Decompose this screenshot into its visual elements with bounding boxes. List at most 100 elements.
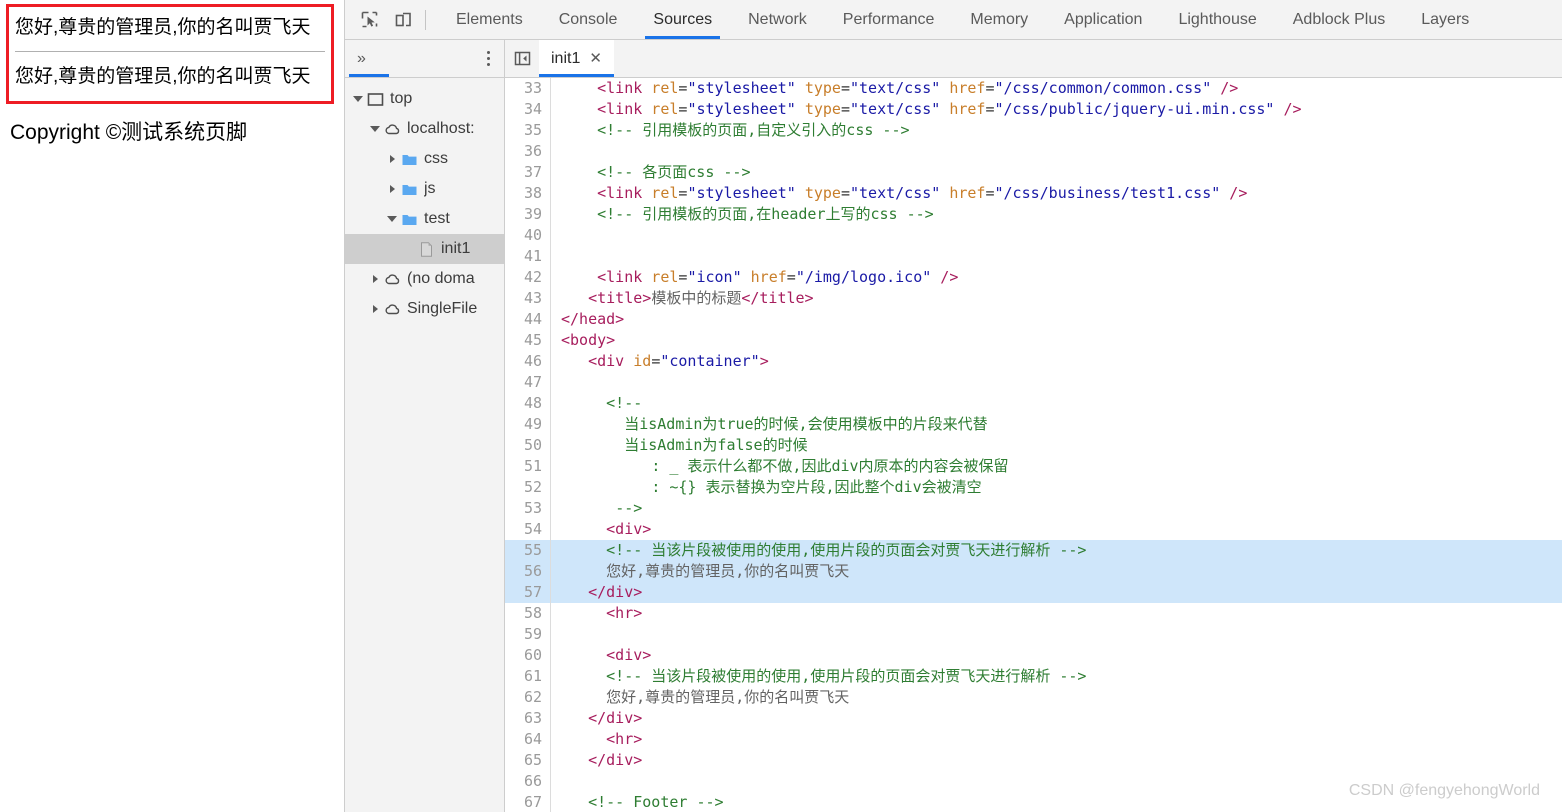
code-line[interactable]: 62 您好,尊贵的管理员,你的名叫贾飞天 [505,687,1562,708]
line-number[interactable]: 57 [505,582,551,603]
tree-item-no-doma[interactable]: (no doma [345,264,504,294]
line-number[interactable]: 59 [505,624,551,645]
code-line[interactable]: 40 [505,225,1562,246]
line-number[interactable]: 53 [505,498,551,519]
code-line[interactable]: 53 --> [505,498,1562,519]
code-line[interactable]: 42 <link rel="icon" href="/img/logo.ico"… [505,267,1562,288]
tree-twisty-open[interactable] [385,216,399,222]
line-number[interactable]: 46 [505,351,551,372]
line-number[interactable]: 34 [505,99,551,120]
code-line[interactable]: 61 <!-- 当该片段被使用的使用,使用片段的页面会对贾飞天进行解析 --> [505,666,1562,687]
code-line[interactable]: 59 [505,624,1562,645]
code-line[interactable]: 48 <!-- [505,393,1562,414]
code-line[interactable]: 44 </head> [505,309,1562,330]
code-line[interactable]: 57 </div> [505,582,1562,603]
code-line[interactable]: 34 <link rel="stylesheet" type="text/css… [505,99,1562,120]
code-line[interactable]: 49 当isAdmin为true的时候,会使用模板中的片段来代替 [505,414,1562,435]
line-number[interactable]: 33 [505,78,551,99]
line-number[interactable]: 42 [505,267,551,288]
tree-item-js[interactable]: js [345,174,504,204]
line-number[interactable]: 51 [505,456,551,477]
line-number[interactable]: 41 [505,246,551,267]
tree-twisty-open[interactable] [351,96,365,102]
tree-item-css[interactable]: css [345,144,504,174]
tab-sources[interactable]: Sources [635,0,730,39]
code-line[interactable]: 56 您好,尊贵的管理员,你的名叫贾飞天 [505,561,1562,582]
code-viewer[interactable]: 33 <link rel="stylesheet" type="text/css… [505,78,1562,812]
line-number[interactable]: 64 [505,729,551,750]
code-line[interactable]: 66 [505,771,1562,792]
code-line[interactable]: 55 <!-- 当该片段被使用的使用,使用片段的页面会对贾飞天进行解析 --> [505,540,1562,561]
code-line[interactable]: 54 <div> [505,519,1562,540]
line-number[interactable]: 35 [505,120,551,141]
code-line[interactable]: 41 [505,246,1562,267]
tree-twisty-open[interactable] [368,126,382,132]
tree-item-localhost[interactable]: localhost: [345,114,504,144]
tree-twisty-closed[interactable] [368,305,382,313]
tab-elements[interactable]: Elements [438,0,541,39]
line-number[interactable]: 55 [505,540,551,561]
tree-item-init1[interactable]: init1 [345,234,504,264]
line-number[interactable]: 40 [505,225,551,246]
code-line[interactable]: 43 <title>模板中的标题</title> [505,288,1562,309]
tree-twisty-closed[interactable] [385,185,399,193]
line-number[interactable]: 62 [505,687,551,708]
line-number[interactable]: 48 [505,393,551,414]
code-line[interactable]: 67 <!-- Footer --> [505,792,1562,812]
line-number[interactable]: 54 [505,519,551,540]
tab-performance[interactable]: Performance [825,0,953,39]
tree-item-top[interactable]: top [345,84,504,114]
line-number[interactable]: 65 [505,750,551,771]
line-number[interactable]: 49 [505,414,551,435]
line-number[interactable]: 58 [505,603,551,624]
line-number[interactable]: 47 [505,372,551,393]
kebab-menu-icon[interactable] [483,47,494,70]
code-line[interactable]: 47 [505,372,1562,393]
line-number[interactable]: 50 [505,435,551,456]
tab-memory[interactable]: Memory [952,0,1046,39]
line-number[interactable]: 44 [505,309,551,330]
line-number[interactable]: 36 [505,141,551,162]
line-number[interactable]: 66 [505,771,551,792]
line-number[interactable]: 39 [505,204,551,225]
code-line[interactable]: 64 <hr> [505,729,1562,750]
code-line[interactable]: 33 <link rel="stylesheet" type="text/css… [505,78,1562,99]
overflow-chevron-icon[interactable]: » [357,50,366,68]
code-line[interactable]: 50 当isAdmin为false的时候 [505,435,1562,456]
show-navigator-icon[interactable] [505,40,539,77]
code-line[interactable]: 63 </div> [505,708,1562,729]
tree-twisty-closed[interactable] [385,155,399,163]
tab-network[interactable]: Network [730,0,825,39]
editor-file-tab-init1[interactable]: init1 ✕ [539,40,614,77]
code-line[interactable]: 45 <body> [505,330,1562,351]
line-number[interactable]: 52 [505,477,551,498]
line-number[interactable]: 67 [505,792,551,812]
line-number[interactable]: 37 [505,162,551,183]
line-number[interactable]: 45 [505,330,551,351]
code-line[interactable]: 37 <!-- 各页面css --> [505,162,1562,183]
code-line[interactable]: 35 <!-- 引用模板的页面,自定义引入的css --> [505,120,1562,141]
line-number[interactable]: 60 [505,645,551,666]
device-toolbar-icon[interactable] [389,6,417,34]
code-line[interactable]: 36 [505,141,1562,162]
line-number[interactable]: 61 [505,666,551,687]
line-number[interactable]: 63 [505,708,551,729]
tab-layers[interactable]: Layers [1403,0,1487,39]
code-line[interactable]: 65 </div> [505,750,1562,771]
code-line[interactable]: 60 <div> [505,645,1562,666]
code-line[interactable]: 51 : _ 表示什么都不做,因此div内原本的内容会被保留 [505,456,1562,477]
tree-twisty-closed[interactable] [368,275,382,283]
tree-item-test[interactable]: test [345,204,504,234]
code-line[interactable]: 39 <!-- 引用模板的页面,在header上写的css --> [505,204,1562,225]
line-number[interactable]: 56 [505,561,551,582]
tab-application[interactable]: Application [1046,0,1160,39]
tab-lighthouse[interactable]: Lighthouse [1160,0,1274,39]
close-icon[interactable]: ✕ [589,51,602,66]
code-line[interactable]: 46 <div id="container"> [505,351,1562,372]
line-number[interactable]: 43 [505,288,551,309]
code-line[interactable]: 58 <hr> [505,603,1562,624]
tab-console[interactable]: Console [541,0,636,39]
code-line[interactable]: 52 : ~{} 表示替换为空片段,因此整个div会被清空 [505,477,1562,498]
tree-item-singlefile[interactable]: SingleFile [345,294,504,324]
code-line[interactable]: 38 <link rel="stylesheet" type="text/css… [505,183,1562,204]
